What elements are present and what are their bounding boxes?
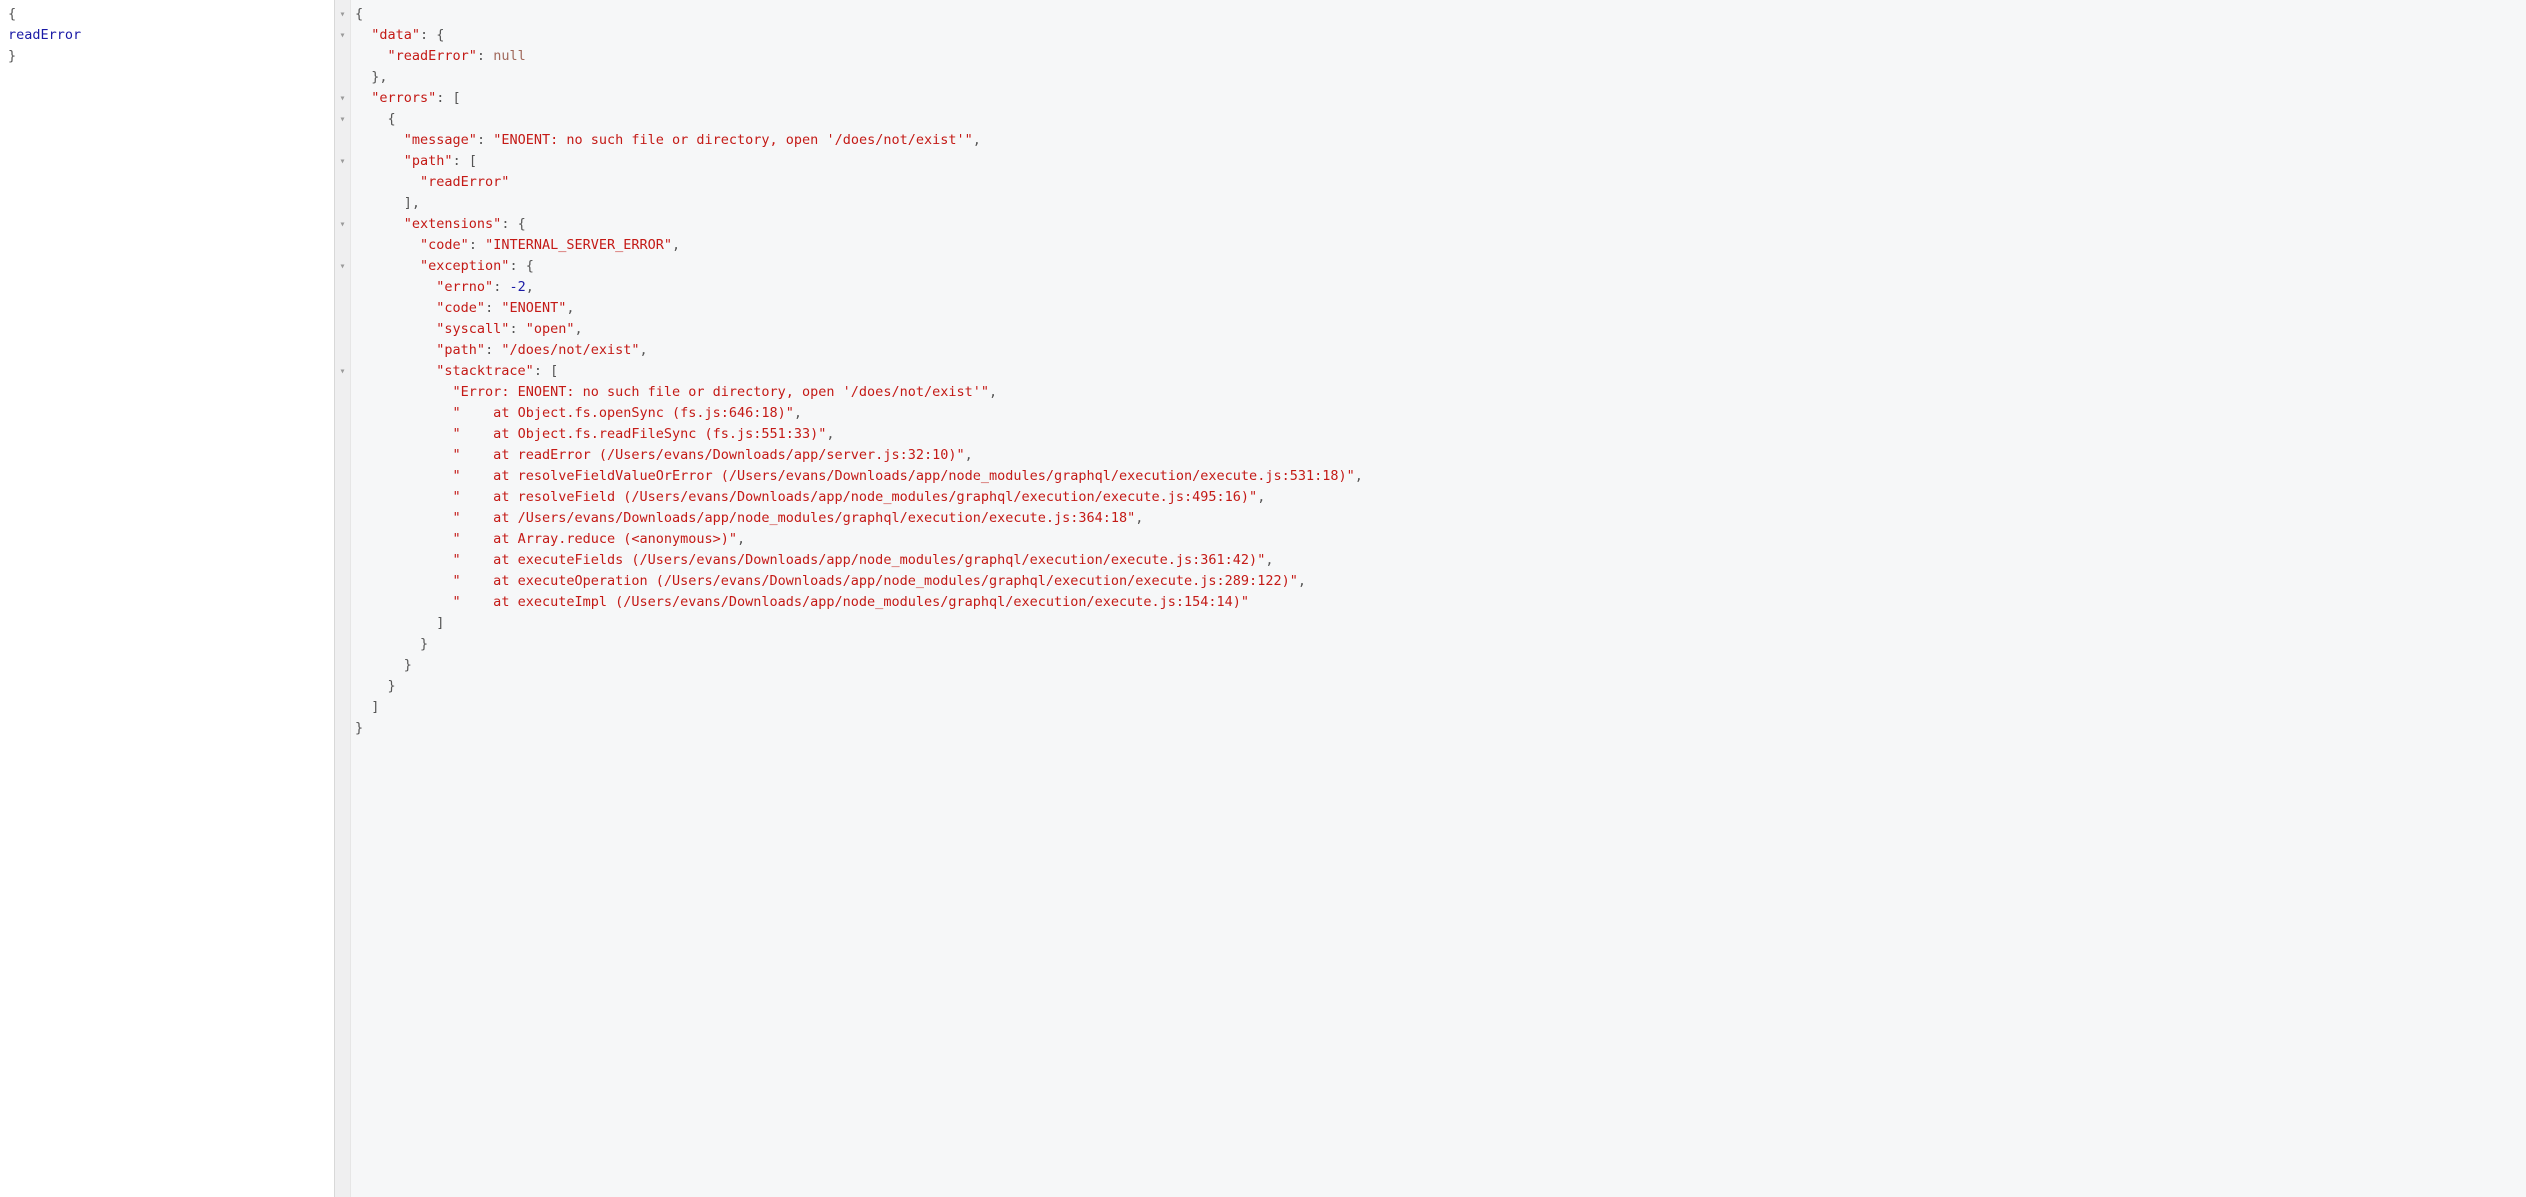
code-line: " at resolveField (/Users/evans/Download… <box>355 487 2522 508</box>
gutter-blank <box>335 613 350 634</box>
gutter-blank <box>335 655 350 676</box>
gutter-blank <box>335 46 350 67</box>
fold-arrow-icon[interactable] <box>335 214 350 235</box>
fold-arrow-icon[interactable] <box>335 151 350 172</box>
code-line: "errors": [ <box>355 88 2522 109</box>
code-line: { <box>355 109 2522 130</box>
code-line: "message": "ENOENT: no such file or dire… <box>355 130 2522 151</box>
gutter-blank <box>335 340 350 361</box>
fold-arrow-icon[interactable] <box>335 4 350 25</box>
response-viewer: { "data": { "readError": null }, "errors… <box>335 0 2526 1197</box>
gutter-blank <box>335 592 350 613</box>
gutter-blank <box>335 508 350 529</box>
gutter-blank <box>335 718 350 739</box>
code-line: "extensions": { <box>355 214 2522 235</box>
gutter-blank <box>335 319 350 340</box>
code-line: } <box>355 718 2522 739</box>
code-line: ] <box>355 613 2522 634</box>
code-line: "path": [ <box>355 151 2522 172</box>
code-line: "code": "ENOENT", <box>355 298 2522 319</box>
code-line: " at executeOperation (/Users/evans/Down… <box>355 571 2522 592</box>
gutter-blank <box>335 466 350 487</box>
code-line: " at executeImpl (/Users/evans/Downloads… <box>355 592 2522 613</box>
code-line: " at executeFields (/Users/evans/Downloa… <box>355 550 2522 571</box>
code-line: " at Object.fs.readFileSync (fs.js:551:3… <box>355 424 2522 445</box>
gutter-blank <box>335 67 350 88</box>
code-line: { <box>355 4 2522 25</box>
code-line: } <box>355 634 2522 655</box>
fold-arrow-icon[interactable] <box>335 256 350 277</box>
gutter-blank <box>335 382 350 403</box>
code-line: "stacktrace": [ <box>355 361 2522 382</box>
gutter-blank <box>335 130 350 151</box>
fold-gutter[interactable] <box>335 0 351 1197</box>
code-line: "exception": { <box>355 256 2522 277</box>
gutter-blank <box>335 424 350 445</box>
code-line: } <box>355 676 2522 697</box>
fold-arrow-icon[interactable] <box>335 88 350 109</box>
gutter-blank <box>335 676 350 697</box>
gutter-blank <box>335 634 350 655</box>
brace-open: { <box>8 6 16 22</box>
code-line: } <box>355 655 2522 676</box>
query-editor[interactable]: { readError } <box>0 0 335 1197</box>
gutter-blank <box>335 403 350 424</box>
gutter-blank <box>335 172 350 193</box>
code-line: "errno": -2, <box>355 277 2522 298</box>
code-line: "code": "INTERNAL_SERVER_ERROR", <box>355 235 2522 256</box>
code-line: "readError": null <box>355 46 2522 67</box>
code-line: " at resolveFieldValueOrError (/Users/ev… <box>355 466 2522 487</box>
gutter-blank <box>335 298 350 319</box>
code-line: }, <box>355 67 2522 88</box>
code-line: "path": "/does/not/exist", <box>355 340 2522 361</box>
gutter-blank <box>335 697 350 718</box>
code-line: ] <box>355 697 2522 718</box>
fold-arrow-icon[interactable] <box>335 109 350 130</box>
gutter-blank <box>335 235 350 256</box>
code-line: "data": { <box>355 25 2522 46</box>
gutter-blank <box>335 445 350 466</box>
code-line: " at Object.fs.openSync (fs.js:646:18)", <box>355 403 2522 424</box>
code-line: "Error: ENOENT: no such file or director… <box>355 382 2522 403</box>
gutter-blank <box>335 193 350 214</box>
response-code[interactable]: { "data": { "readError": null }, "errors… <box>351 0 2526 1197</box>
code-line: " at readError (/Users/evans/Downloads/a… <box>355 445 2522 466</box>
fold-arrow-icon[interactable] <box>335 25 350 46</box>
fold-arrow-icon[interactable] <box>335 361 350 382</box>
code-line: " at /Users/evans/Downloads/app/node_mod… <box>355 508 2522 529</box>
code-line: "syscall": "open", <box>355 319 2522 340</box>
code-line: ], <box>355 193 2522 214</box>
query-field: readError <box>8 27 81 43</box>
code-line: " at Array.reduce (<anonymous>)", <box>355 529 2522 550</box>
gutter-blank <box>335 550 350 571</box>
gutter-blank <box>335 277 350 298</box>
gutter-blank <box>335 529 350 550</box>
code-line: "readError" <box>355 172 2522 193</box>
gutter-blank <box>335 571 350 592</box>
brace-close: } <box>8 48 16 64</box>
gutter-blank <box>335 487 350 508</box>
